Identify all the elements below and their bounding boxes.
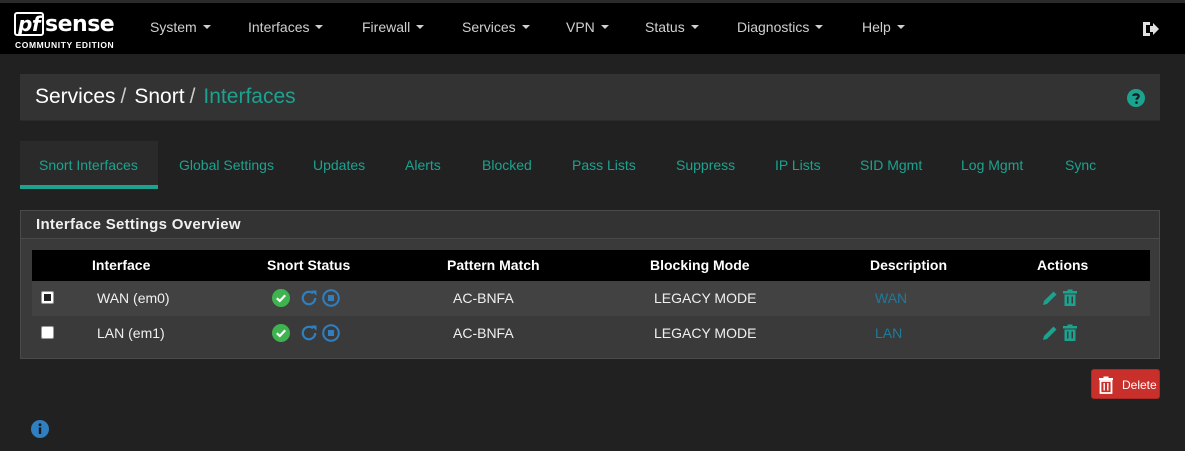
edit-icon[interactable] (1041, 324, 1059, 342)
pfsense-logo[interactable]: pf sense COMMUNITY EDITION (14, 12, 124, 52)
tab-ip-lists[interactable]: IP Lists (775, 157, 821, 173)
row-blocking-mode: LEGACY MODE (654, 325, 757, 341)
tab-blocked[interactable]: Blocked (482, 157, 532, 173)
row-pattern-match: AC-BNFA (453, 290, 514, 306)
col-blocking-mode: Blocking Mode (650, 257, 750, 273)
row-description[interactable]: LAN (875, 325, 902, 341)
nav-vpn[interactable]: VPN (566, 19, 609, 35)
info-icon[interactable] (31, 420, 49, 438)
delete-button-label: Delete (1122, 378, 1157, 392)
row-pattern-match: AC-BNFA (453, 325, 514, 341)
nav-help[interactable]: Help (862, 19, 905, 35)
caret-down-icon (521, 25, 530, 30)
panel-heading: Interface Settings Overview (21, 211, 1159, 239)
col-actions: Actions (1037, 257, 1089, 273)
tab-alerts[interactable]: Alerts (405, 157, 441, 173)
tab-log-mgmt[interactable]: Log Mgmt (961, 157, 1023, 173)
table-row: LAN (em1) AC-BNFA LEGACY MODE LAN (32, 316, 1150, 351)
help-icon[interactable] (1127, 89, 1145, 107)
row-description[interactable]: WAN (875, 290, 907, 306)
breadcrumb-snort[interactable]: Snort (134, 85, 184, 108)
row-select-checkbox[interactable] (41, 326, 54, 339)
tab-snort-interfaces[interactable]: Snort Interfaces (39, 157, 138, 173)
row-interface: WAN (em0) (97, 290, 170, 306)
nav-system[interactable]: System (150, 19, 211, 35)
col-interface: Interface (92, 257, 151, 273)
caret-down-icon (896, 25, 905, 30)
logout-icon[interactable] (1140, 19, 1160, 39)
nav-services[interactable]: Services (462, 19, 530, 35)
status-ok-icon (272, 324, 290, 342)
top-navbar: pf sense COMMUNITY EDITION System Interfa… (0, 0, 1185, 54)
status-ok-icon (272, 289, 290, 307)
col-snort-status: Snort Status (267, 257, 351, 273)
caret-down-icon (690, 25, 699, 30)
row-select-checkbox[interactable] (41, 291, 54, 304)
nav-firewall[interactable]: Firewall (362, 19, 425, 35)
tab-pass-lists[interactable]: Pass Lists (572, 157, 636, 173)
tab-sid-mgmt[interactable]: SID Mgmt (860, 157, 922, 173)
caret-down-icon (815, 25, 824, 30)
breadcrumb: Services / Snort / Interfaces (35, 85, 296, 108)
stop-icon[interactable] (322, 289, 340, 307)
tab-sync[interactable]: Sync (1065, 157, 1096, 173)
breadcrumb-panel: Services / Snort / Interfaces (20, 74, 1160, 121)
restart-icon[interactable] (300, 324, 318, 342)
caret-down-icon (416, 25, 425, 30)
col-pattern-match: Pattern Match (447, 257, 540, 273)
trash-icon[interactable] (1061, 289, 1079, 307)
breadcrumb-interfaces[interactable]: Interfaces (203, 85, 295, 108)
panel-title: Interface Settings Overview (36, 216, 241, 233)
tab-updates[interactable]: Updates (313, 157, 365, 173)
restart-icon[interactable] (300, 289, 318, 307)
logo-wordmark: pf sense (14, 12, 115, 38)
nav-diagnostics[interactable]: Diagnostics (737, 19, 824, 35)
caret-down-icon (600, 25, 609, 30)
row-blocking-mode: LEGACY MODE (654, 290, 757, 306)
delete-button[interactable]: Delete (1091, 369, 1160, 399)
caret-down-icon (315, 25, 324, 30)
breadcrumb-services[interactable]: Services (35, 85, 116, 108)
col-description: Description (870, 257, 948, 273)
logo-edition: COMMUNITY EDITION (15, 40, 115, 50)
trash-icon[interactable] (1061, 324, 1079, 342)
edit-icon[interactable] (1041, 289, 1059, 307)
tab-global-settings[interactable]: Global Settings (179, 157, 274, 173)
caret-down-icon (202, 25, 211, 30)
table-row: WAN (em0) AC-BNFA LEGACY MODE WAN (32, 281, 1150, 316)
row-interface: LAN (em1) (97, 325, 165, 341)
trash-icon (1099, 376, 1113, 394)
nav-interfaces[interactable]: Interfaces (248, 19, 324, 35)
interface-overview-panel: Interface Settings Overview Interface Sn… (20, 210, 1160, 359)
tab-suppress[interactable]: Suppress (676, 157, 735, 173)
nav-status[interactable]: Status (645, 19, 699, 35)
stop-icon[interactable] (322, 324, 340, 342)
table-header: Interface Snort Status Pattern Match Blo… (32, 250, 1150, 281)
